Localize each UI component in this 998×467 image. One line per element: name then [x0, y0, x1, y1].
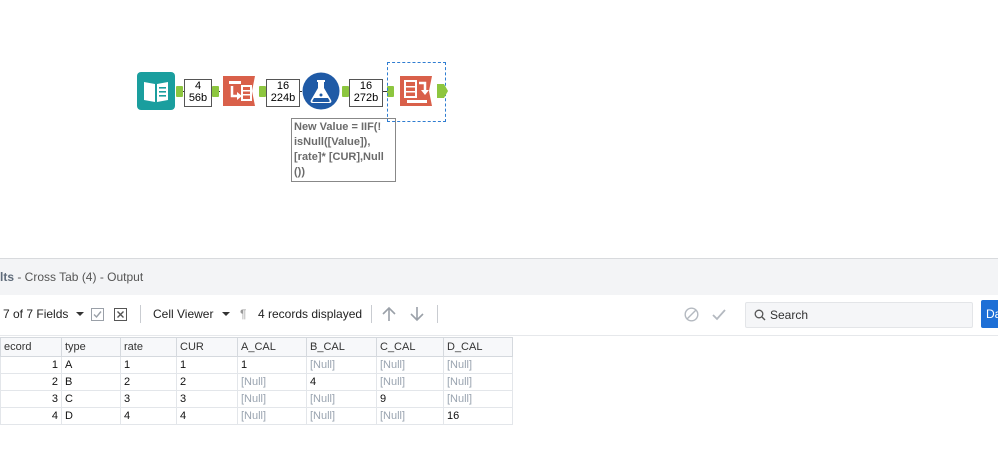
cell[interactable]: 4 [0, 407, 62, 425]
cell[interactable]: 1 [0, 356, 62, 374]
table-row[interactable]: 1 A 1 1 1 [Null] [Null] [Null] [0, 356, 513, 374]
cell[interactable]: 16 [443, 407, 513, 425]
record-count: 16 [276, 80, 290, 92]
record-size: 56b [188, 92, 208, 104]
input-data-tool[interactable] [137, 72, 175, 110]
column-header-rate[interactable]: rate [120, 337, 177, 357]
column-header-d-cal[interactable]: D_CAL [443, 337, 513, 357]
cell[interactable]: 4 [306, 373, 377, 391]
cell[interactable]: [Null] [237, 373, 307, 391]
search-icon [754, 309, 766, 321]
toolbar-separator [371, 305, 372, 323]
cell[interactable]: [Null] [376, 373, 444, 391]
cell[interactable]: [Null] [376, 356, 444, 374]
transpose-tool[interactable] [220, 72, 258, 110]
results-grid: ecord type rate CUR A_CAL B_CAL C_CAL D_… [0, 337, 513, 425]
column-header-b-cal[interactable]: B_CAL [306, 337, 377, 357]
caret-down-icon [221, 312, 230, 316]
flask-icon [302, 72, 340, 110]
cell[interactable]: [Null] [443, 390, 513, 408]
fields-dropdown[interactable]: 7 of 7 Fields [3, 307, 84, 321]
transpose-icon [223, 76, 255, 106]
table-row[interactable]: 3 C 3 3 [Null] [Null] 9 [Null] [0, 390, 513, 408]
column-header-c-cal[interactable]: C_CAL [376, 337, 444, 357]
results-panel-header: lts - Cross Tab (4) - Output [0, 258, 998, 296]
input-anchor[interactable] [212, 86, 219, 97]
cell[interactable]: 1 [237, 356, 307, 374]
cell[interactable]: [Null] [237, 390, 307, 408]
cell-viewer-dropdown[interactable]: Cell Viewer [153, 307, 230, 321]
deselect-all-icon[interactable] [114, 308, 127, 321]
results-toolbar: 7 of 7 Fields Cell Viewer ¶ 4 records di… [0, 295, 998, 336]
cell[interactable]: 3 [176, 390, 238, 408]
record-count: 4 [194, 80, 202, 92]
column-header-cur[interactable]: CUR [176, 337, 238, 357]
cell[interactable]: 2 [120, 373, 177, 391]
cell[interactable]: [Null] [443, 373, 513, 391]
cell[interactable]: [Null] [306, 390, 377, 408]
toolbar-separator [140, 305, 141, 323]
cross-tab-tool[interactable] [397, 72, 435, 110]
cell[interactable]: [Null] [376, 407, 444, 425]
arrow-down-icon[interactable] [409, 306, 425, 322]
cell[interactable]: 1 [120, 356, 177, 374]
toolbar-separator [437, 305, 438, 323]
record-size: 272b [353, 92, 379, 104]
output-anchor[interactable] [342, 86, 349, 97]
output-anchor[interactable] [259, 86, 266, 97]
cell[interactable]: 2 [0, 373, 62, 391]
record-count-box: 16 224b [266, 79, 300, 107]
caret-down-icon [75, 312, 84, 316]
column-header-record[interactable]: ecord [0, 337, 62, 357]
search-field[interactable]: Search [745, 302, 973, 328]
cell[interactable]: C [61, 390, 121, 408]
cell[interactable]: A [61, 356, 121, 374]
records-displayed: 4 records displayed [258, 307, 363, 321]
cell[interactable]: [Null] [443, 356, 513, 374]
results-title: lts - Cross Tab (4) - Output [0, 270, 144, 284]
formula-tool[interactable] [302, 72, 340, 110]
cell[interactable]: B [61, 373, 121, 391]
output-anchor-arrow[interactable] [437, 84, 449, 98]
cell[interactable]: [Null] [237, 407, 307, 425]
cell[interactable]: 3 [120, 390, 177, 408]
data-button[interactable]: Da [981, 300, 998, 328]
table-row[interactable]: 2 B 2 2 [Null] 4 [Null] [Null] [0, 373, 513, 391]
cell[interactable]: [Null] [306, 356, 377, 374]
cell[interactable]: 2 [176, 373, 238, 391]
column-header-type[interactable]: type [61, 337, 121, 357]
cell[interactable]: [Null] [306, 407, 377, 425]
record-count-box: 16 272b [349, 79, 383, 107]
cell[interactable]: 9 [376, 390, 444, 408]
cancel-icon[interactable] [684, 307, 699, 322]
cell[interactable]: 1 [176, 356, 238, 374]
column-header-a-cal[interactable]: A_CAL [237, 337, 307, 357]
record-count: 16 [359, 80, 373, 92]
table-row[interactable]: 4 D 4 4 [Null] [Null] [Null] 16 [0, 407, 513, 425]
cross-tab-icon [400, 76, 432, 106]
select-all-icon[interactable] [91, 308, 104, 321]
book-icon [137, 72, 175, 110]
pilcrow-icon[interactable]: ¶ [240, 307, 246, 321]
record-size: 224b [270, 92, 296, 104]
cell[interactable]: D [61, 407, 121, 425]
search-placeholder: Search [770, 308, 809, 322]
cell[interactable]: 4 [176, 407, 238, 425]
check-icon[interactable] [711, 307, 727, 322]
cell[interactable]: 3 [0, 390, 62, 408]
cell[interactable]: 4 [120, 407, 177, 425]
arrow-up-icon[interactable] [381, 306, 397, 322]
workflow-canvas[interactable]: 4 56b 16 224b 16 272b New Value = IIF(! … [0, 0, 998, 258]
output-anchor[interactable] [176, 86, 183, 97]
formula-annotation[interactable]: New Value = IIF(! isNull([Value]), [rate… [291, 118, 396, 182]
header-row: ecord type rate CUR A_CAL B_CAL C_CAL D_… [0, 337, 513, 357]
record-count-box: 4 56b [184, 79, 212, 107]
